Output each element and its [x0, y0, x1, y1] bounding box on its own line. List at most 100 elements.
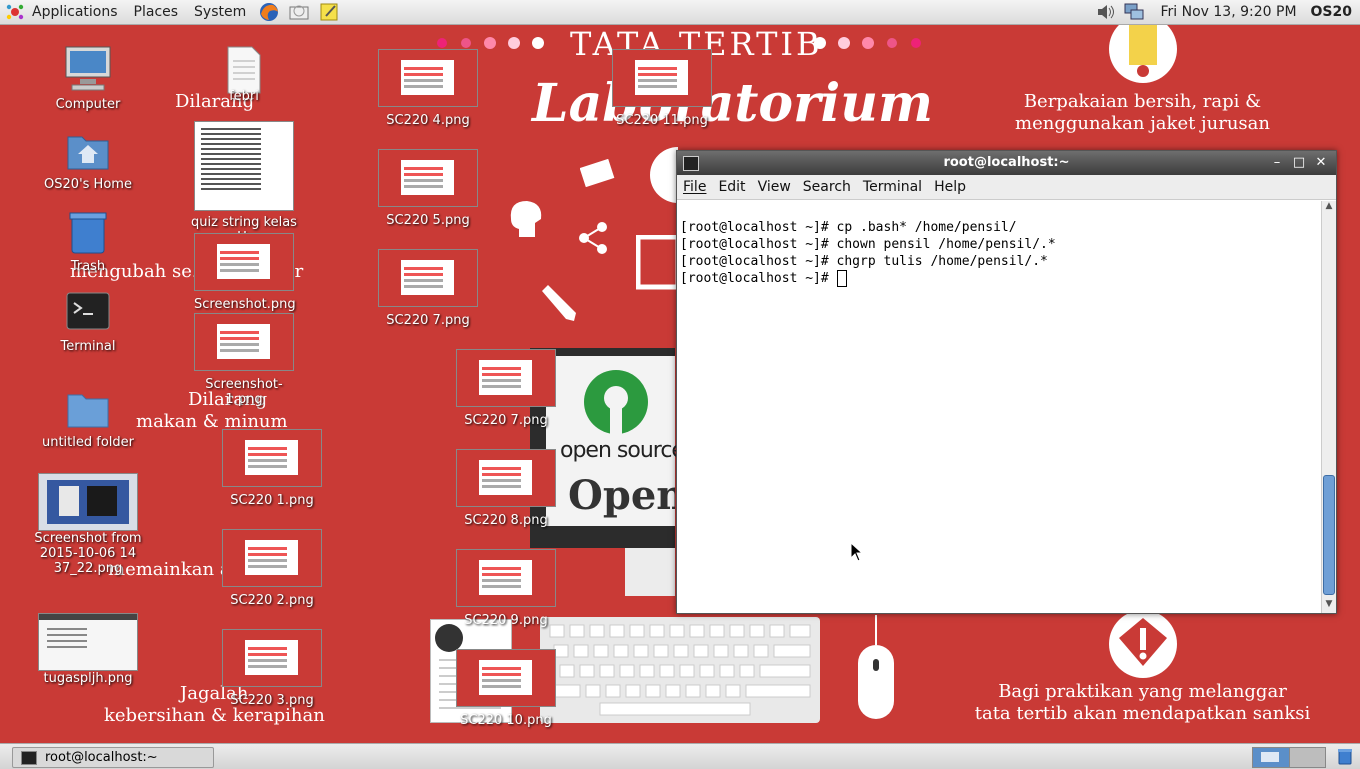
- desktop-icon-home[interactable]: OS20's Home: [38, 129, 138, 192]
- desktop-icon-quiz-string[interactable]: quiz string kelas H.: [188, 121, 300, 245]
- desktop-icon-sc220-2[interactable]: SC220 2.png: [222, 529, 322, 608]
- image-thumbnail: [612, 49, 712, 107]
- terminal-prompt: [root@localhost ~]#: [680, 271, 837, 286]
- desktop-icon-sc220-5[interactable]: SC220 5.png: [378, 149, 478, 228]
- desktop-icon-sc220-1[interactable]: SC220 1.png: [222, 429, 322, 508]
- terminal-scrollbar[interactable]: ▲ ▼: [1321, 201, 1336, 613]
- trash-applet-icon[interactable]: [1336, 747, 1354, 765]
- desktop-icon-label: SC220 9.png: [456, 613, 556, 628]
- desktop-icon-tugaspljh[interactable]: tugaspljh.png: [38, 613, 138, 686]
- terminal-line: [root@localhost ~]# cp .bash* /home/pens…: [680, 219, 1333, 236]
- globe-decoration-icon: [646, 145, 678, 209]
- desktop-icon-sc220-7-upper[interactable]: SC220 7.png: [378, 249, 478, 328]
- desktop-icon-label: SC220 3.png: [222, 693, 322, 708]
- desktop-icon-label: tugaspljh.png: [38, 671, 138, 686]
- bottom-panel: root@localhost:~: [0, 743, 1360, 769]
- workspace-1[interactable]: [1253, 748, 1289, 767]
- close-icon[interactable]: ✕: [1314, 151, 1328, 175]
- terminal-task-icon: [21, 751, 37, 765]
- wallpaper-heading-2: Laboratorium: [532, 73, 933, 134]
- trash-icon: [64, 209, 112, 255]
- desktop-icon-sc220-10[interactable]: SC220 10.png: [456, 649, 556, 728]
- warning-icon: [1107, 608, 1179, 684]
- desktop-icon-label: Trash: [38, 259, 138, 274]
- terminal-window[interactable]: root@localhost:~ – □ ✕ File Edit View Se…: [676, 150, 1337, 614]
- mail-client-launcher-icon[interactable]: [288, 2, 310, 22]
- menu-view[interactable]: View: [752, 179, 797, 195]
- applications-menu-icon[interactable]: [6, 3, 24, 21]
- terminal-window-icon[interactable]: [683, 156, 699, 171]
- desktop-icon-screenshot-1[interactable]: Screenshot-1.png: [194, 313, 294, 407]
- computer-icon: [62, 45, 114, 93]
- taskbar-button-terminal[interactable]: root@localhost:~: [12, 747, 214, 768]
- image-thumbnail: [194, 233, 294, 291]
- image-thumbnail: [456, 649, 556, 707]
- desktop-icon-untitled-folder[interactable]: untitled folder: [38, 389, 138, 450]
- image-thumbnail: [222, 429, 322, 487]
- menu-terminal[interactable]: Terminal: [857, 179, 928, 195]
- open-source-logo-icon: [578, 366, 654, 436]
- desktop-icon-febri[interactable]: febri: [194, 45, 294, 104]
- desktop-icon-computer[interactable]: Computer: [38, 45, 138, 112]
- rule-bottom-right-line-2: tata tertib akan mendapatkan sanksi: [960, 703, 1325, 724]
- scroll-down-icon[interactable]: ▼: [1322, 599, 1336, 613]
- menu-search[interactable]: Search: [797, 179, 857, 195]
- wallpaper-dots-right: [808, 35, 928, 55]
- desktop-icon-sc220-8[interactable]: SC220 8.png: [456, 449, 556, 528]
- scrollbar-thumb[interactable]: [1323, 475, 1335, 595]
- terminal-menubar: File Edit View Search Terminal Help: [677, 175, 1336, 200]
- volume-icon[interactable]: [1095, 2, 1117, 22]
- clock[interactable]: Fri Nov 13, 9:20 PM: [1161, 4, 1297, 20]
- desktop-icon-label: SC220 2.png: [222, 593, 322, 608]
- mouse-illustration: [856, 615, 896, 729]
- terminal-titlebar[interactable]: root@localhost:~ – □ ✕: [677, 151, 1336, 175]
- image-thumbnail: [378, 49, 478, 107]
- desktop-icon-label: SC220 5.png: [378, 213, 478, 228]
- top-panel: Applications Places System Fri Nov 13, 9…: [0, 0, 1360, 25]
- desktop-icon-sc220-4[interactable]: SC220 4.png: [378, 49, 478, 128]
- image-thumbnail: [378, 149, 478, 207]
- network-icon[interactable]: [1123, 2, 1145, 22]
- taskbar-button-label: root@localhost:~: [45, 750, 158, 765]
- desktop-icon-label: untitled folder: [38, 435, 138, 450]
- image-thumbnail: [38, 613, 138, 671]
- workspace-2[interactable]: [1289, 748, 1326, 767]
- text-cursor: [837, 270, 847, 287]
- home-folder-icon: [64, 129, 112, 173]
- mail-decoration-icon: [580, 159, 616, 191]
- desktop-icon-label: SC220 1.png: [222, 493, 322, 508]
- desktop-icon-label: SC220 4.png: [378, 113, 478, 128]
- mouse-pointer-icon: [850, 542, 864, 562]
- firefox-launcher-icon[interactable]: [258, 2, 280, 22]
- terminal-line: [root@localhost ~]# chown pensil /home/p…: [680, 236, 1333, 253]
- desktop-icon-label: SC220 10.png: [456, 713, 556, 728]
- menu-file[interactable]: File: [677, 179, 712, 195]
- desktop-icon-label: OS20's Home: [38, 177, 138, 192]
- places-menu[interactable]: Places: [126, 0, 187, 24]
- system-tray: Fri Nov 13, 9:20 PM OS20: [1095, 0, 1360, 24]
- rule-left-5b: kebersihan & kerapihan: [104, 705, 325, 726]
- desktop-icon-sc220-9[interactable]: SC220 9.png: [456, 549, 556, 628]
- applications-menu[interactable]: Applications: [24, 0, 126, 24]
- image-thumbnail: [456, 449, 556, 507]
- brain-decoration-icon: [505, 195, 545, 243]
- minimize-icon[interactable]: –: [1270, 151, 1284, 175]
- desktop-icon-terminal[interactable]: Terminal: [38, 289, 138, 354]
- desktop-icon-screenshot[interactable]: Screenshot.png: [194, 233, 294, 312]
- menu-edit[interactable]: Edit: [712, 179, 751, 195]
- terminal-output[interactable]: [root@localhost ~]# cp .bash* /home/pens…: [677, 200, 1336, 323]
- maximize-icon[interactable]: □: [1292, 151, 1306, 175]
- desktop-icon-label: SC220 7.png: [378, 313, 478, 328]
- notes-launcher-icon[interactable]: [318, 2, 340, 22]
- desktop-icon-sc220-3[interactable]: SC220 3.png: [222, 629, 322, 708]
- menu-help[interactable]: Help: [928, 179, 972, 195]
- scroll-up-icon[interactable]: ▲: [1322, 201, 1336, 215]
- desktop-icon-trash[interactable]: Trash: [38, 209, 138, 274]
- system-menu[interactable]: System: [186, 0, 254, 24]
- desktop-icon-screenshot-2015[interactable]: Screenshot from 2015-10-06 14 37_22.png: [38, 473, 138, 576]
- workspace-switcher[interactable]: [1252, 747, 1326, 768]
- desktop-icon-sc220-11[interactable]: SC220 11.png: [612, 49, 712, 128]
- user-name[interactable]: OS20: [1311, 4, 1352, 20]
- terminal-prompt-line[interactable]: [root@localhost ~]#: [680, 270, 1333, 287]
- desktop-icon-sc220-7-lower[interactable]: SC220 7.png: [456, 349, 556, 428]
